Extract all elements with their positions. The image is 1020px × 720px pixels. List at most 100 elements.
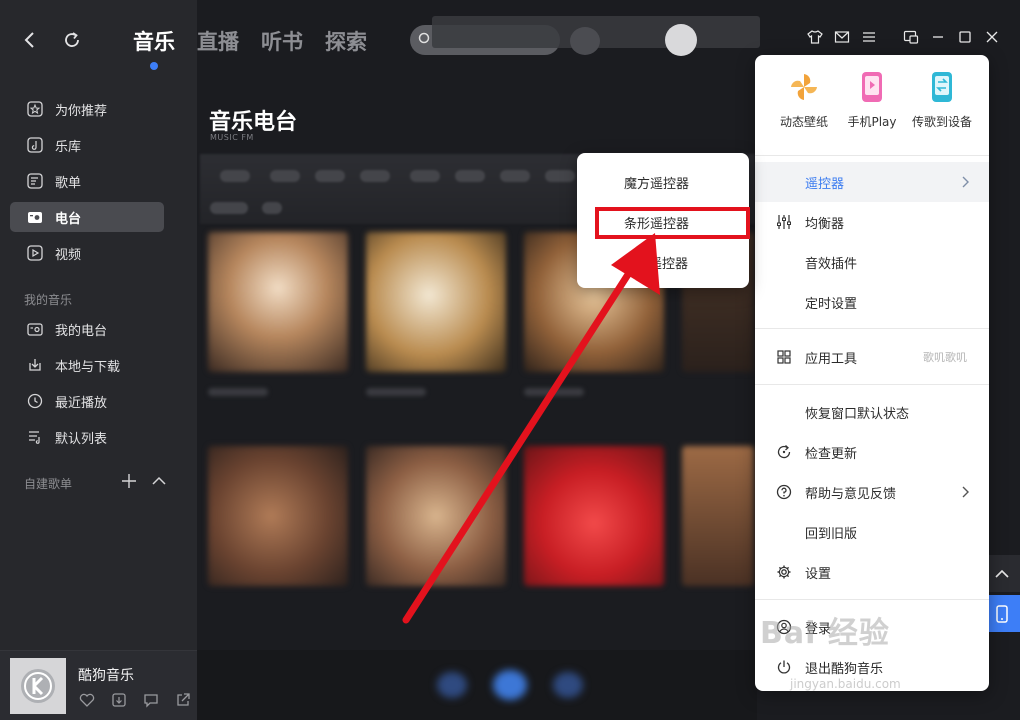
- quick-action-label: 传歌到设备: [911, 115, 972, 129]
- sidebar-item-label: 本地与下载: [55, 359, 121, 375]
- quick-action-label: 手机Play: [847, 115, 897, 129]
- sidebar-item-playlists[interactable]: 歌单: [10, 166, 164, 196]
- menu-divider: [755, 384, 989, 385]
- heart-icon[interactable]: [78, 691, 96, 709]
- update-icon: [775, 443, 793, 461]
- tab-explore[interactable]: 探索: [325, 26, 367, 56]
- sidebar-item-default-list[interactable]: 默认列表: [10, 422, 164, 452]
- tab-live[interactable]: 直播: [197, 26, 239, 56]
- download-icon: [26, 356, 44, 374]
- menu-icon[interactable]: [860, 28, 878, 46]
- menu-item-help-feedback[interactable]: 帮助与意见反馈: [755, 472, 989, 512]
- add-icon[interactable]: [120, 472, 138, 490]
- menu-item-label: 退出酷狗音乐: [805, 661, 884, 677]
- sidebar-item-label: 为你推荐: [55, 103, 108, 119]
- menu-item-label: 回到旧版: [805, 526, 858, 542]
- equalizer-icon: [775, 213, 793, 231]
- video-icon: [26, 244, 44, 262]
- help-icon: [775, 483, 793, 501]
- sidebar-item-my-radio[interactable]: 我的电台: [10, 314, 164, 344]
- radio-card-grid: [208, 232, 768, 652]
- watermark-url: jingyan.baidu.com: [790, 677, 901, 691]
- quick-action-wallpaper[interactable]: 动态壁纸: [765, 70, 843, 130]
- gear-icon: [775, 563, 793, 581]
- sidebar-item-video[interactable]: 视频: [10, 238, 164, 268]
- menu-item-label: 检查更新: [805, 446, 858, 462]
- chevron-right-icon: [959, 486, 971, 498]
- sidebar-item-label: 最近播放: [55, 395, 108, 411]
- maximize-icon[interactable]: [956, 28, 974, 46]
- radio-card[interactable]: [366, 232, 506, 372]
- menu-item-label: 均衡器: [805, 216, 845, 232]
- menu-item-app-tools[interactable]: 应用工具 歌叽歌叽: [755, 337, 989, 377]
- back-icon[interactable]: [18, 28, 42, 52]
- sidebar-item-recent[interactable]: 最近播放: [10, 386, 164, 416]
- menu-item-sound-plugins[interactable]: 音效插件: [755, 242, 989, 282]
- radio-card[interactable]: [524, 446, 664, 586]
- tab-music[interactable]: 音乐: [133, 26, 175, 70]
- sidebar-item-label: 我的电台: [55, 323, 108, 339]
- sidebar-item-recommend[interactable]: 为你推荐: [10, 94, 164, 124]
- radio-card[interactable]: [682, 446, 754, 586]
- sidebar-item-label: 电台: [55, 211, 82, 227]
- quick-action-transfer[interactable]: 传歌到设备: [903, 70, 981, 130]
- skin-shirt-icon[interactable]: [806, 28, 824, 46]
- menu-item-restore-window[interactable]: 恢复窗口默认状态: [755, 392, 989, 432]
- submenu-item-label: 遥控器: [649, 256, 689, 272]
- share-icon[interactable]: [174, 691, 192, 709]
- card-caption: [366, 388, 426, 396]
- my-radio-icon: [26, 320, 44, 338]
- submenu-item-label: 条形遥控器: [624, 216, 690, 232]
- menu-item-label: 设置: [805, 566, 832, 582]
- pinwheel-icon: [787, 70, 821, 104]
- list-icon: [26, 428, 44, 446]
- menu-item-timer[interactable]: 定时设置: [755, 282, 989, 322]
- submenu-item-remote[interactable]: 遥控器: [577, 243, 749, 281]
- sidebar-item-library[interactable]: 乐库: [10, 130, 164, 160]
- player-bar: 酷狗音乐: [0, 650, 197, 720]
- mic-button[interactable]: [570, 27, 600, 55]
- sidebar-item-local-download[interactable]: 本地与下载: [10, 350, 164, 380]
- page-subtitle: MUSIC FM: [210, 133, 254, 142]
- music-library-icon: [26, 136, 44, 154]
- radio-card[interactable]: [366, 446, 506, 586]
- submenu-item-label: 魔方遥控器: [624, 176, 690, 192]
- submenu-item-cube-remote[interactable]: 魔方遥控器: [577, 163, 749, 201]
- comment-icon[interactable]: [142, 691, 160, 709]
- minimize-icon[interactable]: [929, 28, 947, 46]
- main-menu: 动态壁纸 手机Play 传歌到设备 遥控器 均衡器 音效插件 定时设置 应用工具…: [755, 55, 989, 691]
- mail-icon[interactable]: [833, 28, 851, 46]
- menu-item-label: 应用工具: [805, 351, 858, 367]
- mini-mode-icon[interactable]: [902, 28, 920, 46]
- close-icon[interactable]: [983, 28, 1001, 46]
- apps-icon: [775, 348, 793, 366]
- chevron-right-icon: [959, 176, 971, 188]
- menu-item-label: 帮助与意见反馈: [805, 486, 897, 502]
- menu-item-remote[interactable]: 遥控器: [755, 162, 989, 202]
- menu-item-settings[interactable]: 设置: [755, 552, 989, 592]
- card-caption: [524, 388, 584, 396]
- album-cover[interactable]: [10, 658, 66, 714]
- submenu-item-bar-remote[interactable]: 条形遥控器: [577, 203, 749, 241]
- menu-divider: [755, 155, 989, 156]
- refresh-icon[interactable]: [60, 28, 84, 52]
- menu-item-label: 恢复窗口默认状态: [805, 406, 910, 422]
- menu-item-check-update[interactable]: 检查更新: [755, 432, 989, 472]
- sidebar-item-label: 歌单: [55, 175, 82, 191]
- tab-audiobook[interactable]: 听书: [261, 26, 303, 56]
- menu-item-label: 音效插件: [805, 256, 858, 272]
- nav-arrows: [18, 28, 84, 52]
- chevron-up-icon[interactable]: [150, 472, 168, 490]
- my-music-heading: 我的音乐: [24, 293, 73, 307]
- phone-play-icon: [855, 70, 889, 104]
- menu-divider: [755, 328, 989, 329]
- radio-card[interactable]: [208, 446, 348, 586]
- song-title: 酷狗音乐: [78, 668, 134, 684]
- quick-action-phone-play[interactable]: 手机Play: [833, 70, 911, 130]
- avatar[interactable]: [665, 24, 697, 56]
- sidebar-item-radio[interactable]: 电台: [10, 202, 164, 232]
- menu-item-old-version[interactable]: 回到旧版: [755, 512, 989, 552]
- menu-item-equalizer[interactable]: 均衡器: [755, 202, 989, 242]
- download-icon[interactable]: [110, 691, 128, 709]
- radio-card[interactable]: [208, 232, 348, 372]
